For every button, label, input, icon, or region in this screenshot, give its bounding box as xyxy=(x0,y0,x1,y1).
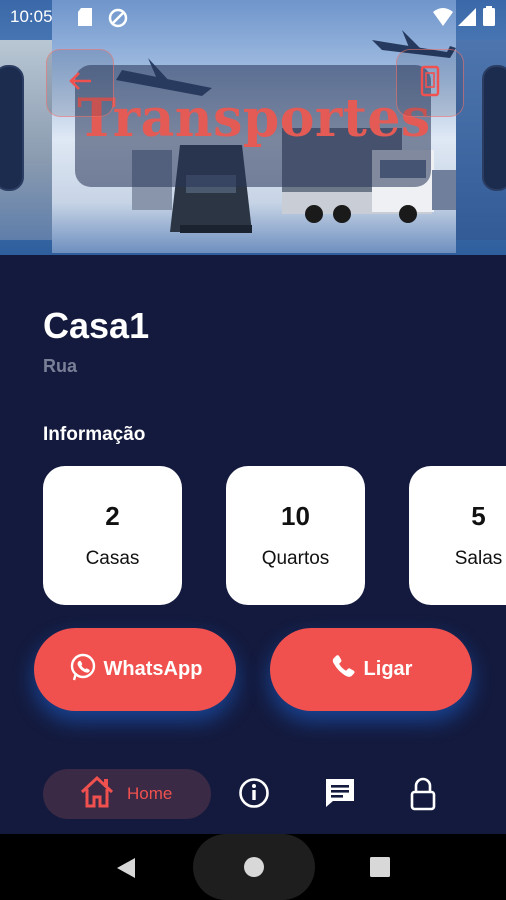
call-label: Ligar xyxy=(363,658,413,680)
status-time: 10:05 xyxy=(10,7,53,26)
smartphone-icon xyxy=(420,65,440,102)
whatsapp-icon xyxy=(68,652,98,688)
wifi-icon xyxy=(433,8,453,31)
chat-icon[interactable] xyxy=(324,777,356,814)
home-icon xyxy=(79,775,115,814)
status-bar: 10:05 xyxy=(0,0,506,34)
lock-icon[interactable] xyxy=(409,777,437,816)
info-card-label: Quartos xyxy=(261,548,330,569)
home-circle-icon[interactable] xyxy=(243,856,265,883)
whatsapp-label: WhatsApp xyxy=(103,658,203,680)
property-street: Rua xyxy=(43,356,78,376)
previous-slide-overlay xyxy=(0,65,24,191)
property-title: Casa1 xyxy=(43,305,150,346)
info-card-salas: 5 Salas xyxy=(409,466,506,605)
info-card-value: 2 xyxy=(105,501,120,531)
call-button[interactable]: Ligar xyxy=(270,628,472,711)
info-card-label: Casas xyxy=(85,548,140,569)
do-not-disturb-icon xyxy=(108,8,128,33)
info-icon[interactable] xyxy=(238,777,270,814)
info-card-value: 10 xyxy=(281,501,310,531)
back-triangle-icon[interactable] xyxy=(115,856,137,885)
nav-home-label: Home xyxy=(127,784,173,803)
whatsapp-button[interactable]: WhatsApp xyxy=(34,628,236,711)
info-card-value: 5 xyxy=(471,501,486,531)
info-card-casas: 2 Casas xyxy=(43,466,182,605)
next-slide-overlay xyxy=(482,65,506,191)
device-button[interactable] xyxy=(396,49,464,117)
hero-carousel[interactable]: Transportes xyxy=(0,0,506,255)
info-heading: Informação xyxy=(43,424,146,445)
arrow-left-icon xyxy=(67,70,93,97)
sd-card-icon xyxy=(78,8,92,31)
phone-icon xyxy=(330,653,358,687)
nav-home[interactable]: Home xyxy=(43,769,211,819)
signal-icon xyxy=(458,8,476,31)
bottom-navigation: Home xyxy=(0,752,506,834)
battery-icon xyxy=(483,6,495,31)
recents-square-icon[interactable] xyxy=(370,857,390,882)
system-navigation-bar xyxy=(0,834,506,900)
info-card-label: Salas xyxy=(454,548,503,569)
back-button[interactable] xyxy=(46,49,114,117)
info-card-quartos: 10 Quartos xyxy=(226,466,365,605)
